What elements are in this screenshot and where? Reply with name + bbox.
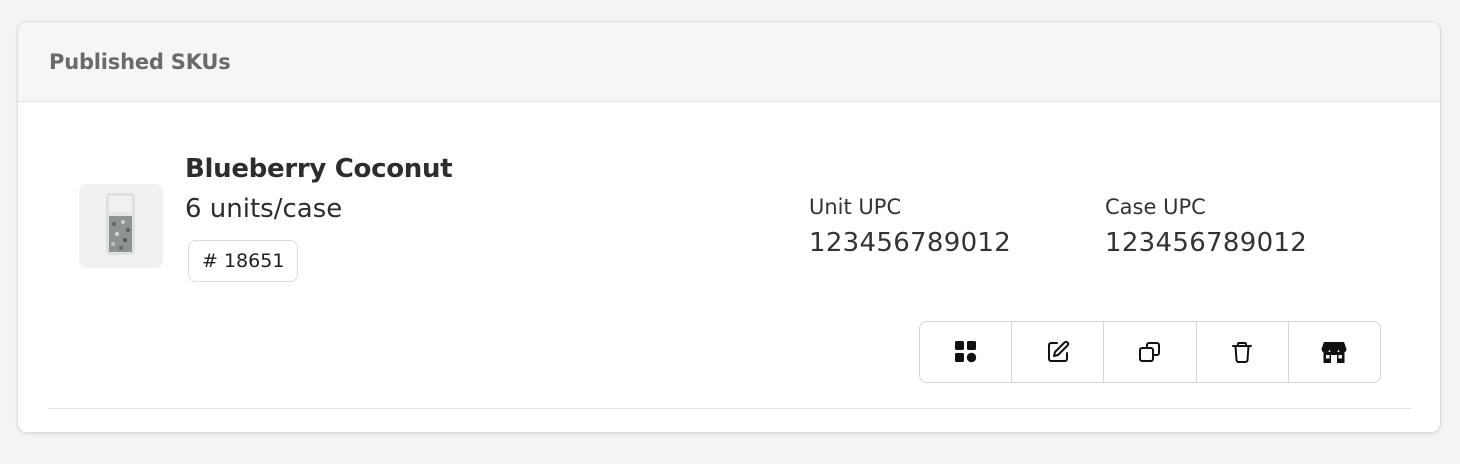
edit-icon bbox=[1047, 340, 1069, 362]
duplicate-button[interactable] bbox=[1104, 322, 1197, 382]
storefront-icon bbox=[1321, 342, 1347, 363]
delete-button[interactable] bbox=[1197, 322, 1289, 382]
edit-button[interactable] bbox=[1012, 322, 1105, 382]
unit-upc-label: Unit UPC bbox=[809, 195, 902, 219]
sku-action-group bbox=[919, 321, 1381, 383]
sku-number-badge: # 18651 bbox=[188, 240, 299, 282]
case-upc-label: Case UPC bbox=[1105, 195, 1206, 219]
unit-upc-value: 123456789012 bbox=[809, 228, 1012, 258]
product-bag-image bbox=[79, 184, 163, 268]
card-header: Published SKUs bbox=[18, 22, 1440, 102]
trash-icon bbox=[1232, 342, 1253, 363]
duplicate-icon bbox=[1139, 342, 1160, 362]
case-upc-value: 123456789012 bbox=[1105, 228, 1308, 258]
pack-size: 6 units/case bbox=[185, 194, 343, 224]
grid-icon bbox=[954, 341, 976, 363]
product-name: Blueberry Coconut bbox=[185, 154, 453, 184]
card-title: Published SKUs bbox=[49, 49, 231, 74]
view-details-button[interactable] bbox=[920, 322, 1013, 382]
product-thumbnail[interactable] bbox=[79, 184, 163, 268]
published-skus-card: Published SKUs Blueberry Coconut 6 units… bbox=[17, 21, 1441, 433]
sku-row: Blueberry Coconut 6 units/case # 18651 U… bbox=[48, 102, 1411, 409]
storefront-button[interactable] bbox=[1289, 322, 1380, 382]
